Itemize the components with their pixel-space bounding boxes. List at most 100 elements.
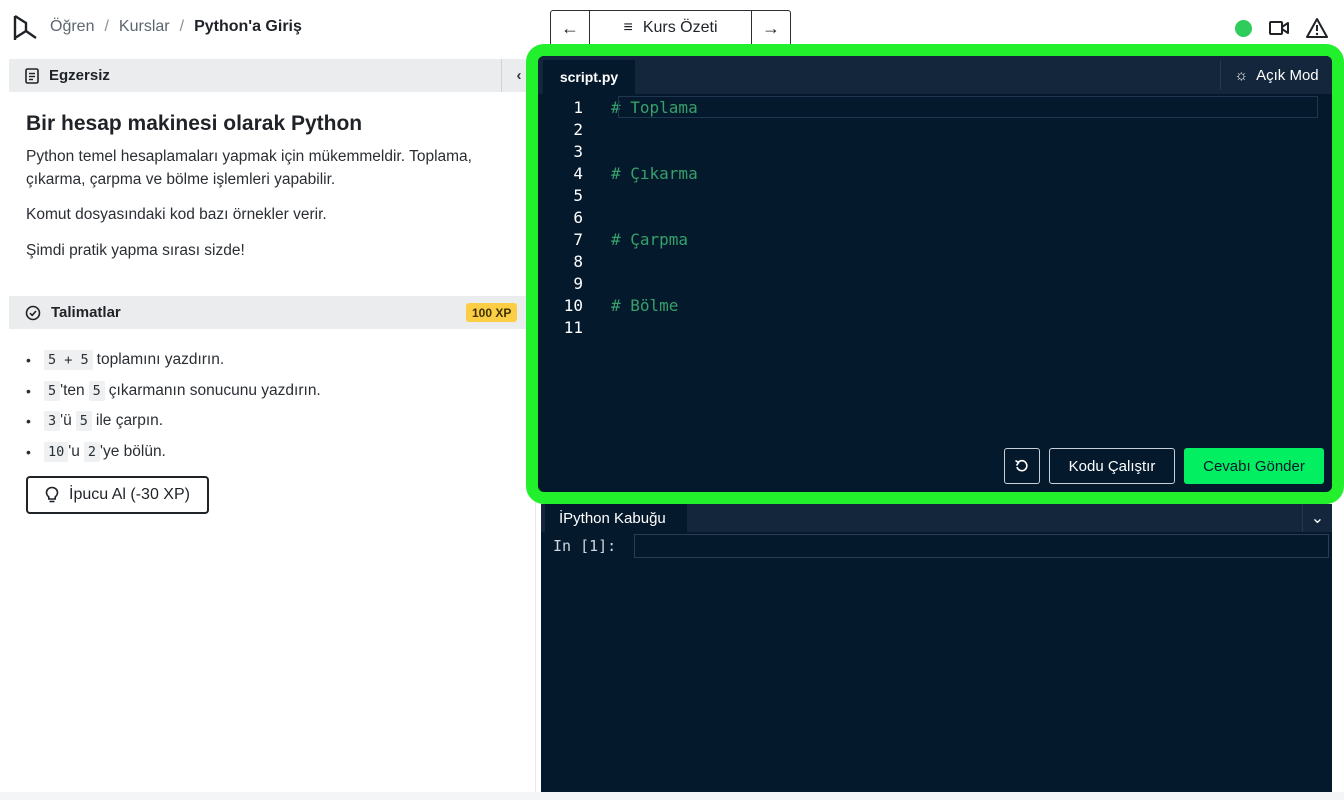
code-line[interactable]: 10 # Bölme bbox=[538, 294, 1332, 316]
code-comment: # Çıkarma bbox=[611, 163, 698, 183]
exercise-description: Python temel hesaplamaları yapmak için m… bbox=[26, 148, 472, 188]
breadcrumb-separator: / bbox=[179, 18, 185, 35]
line-number: 8 bbox=[573, 251, 583, 271]
inline-code: 10 bbox=[44, 441, 69, 462]
inline-code: 3 bbox=[44, 411, 61, 432]
arrow-left-icon: ← bbox=[561, 17, 579, 38]
instruction-text: 'ten bbox=[60, 381, 85, 399]
course-outline-label: Kurs Özeti bbox=[642, 19, 718, 36]
console-prompt: In [1]: bbox=[553, 537, 617, 555]
editor-tab-bar: script.py ☼ Açık Mod bbox=[538, 56, 1332, 94]
next-exercise-button[interactable]: → bbox=[751, 11, 790, 45]
code-editor: script.py ☼ Açık Mod 1 # Toplama 2 3 4 # Çıka… bbox=[526, 44, 1344, 504]
instruction-text: 'ye bölün. bbox=[100, 442, 166, 460]
get-hint-label: İpucu Al (-30 XP) bbox=[69, 486, 190, 503]
code-comment: # Çarpma bbox=[611, 229, 689, 249]
code-line[interactable]: 9 bbox=[538, 272, 1332, 294]
previous-exercise-button[interactable]: ← bbox=[551, 11, 590, 45]
instructions-section-header: Talimatlar 100 XP bbox=[9, 296, 536, 329]
light-mode-label: Açık Mod bbox=[1256, 66, 1319, 84]
exercise-section-label: Egzersiz bbox=[49, 67, 110, 84]
course-navigation: ← ≡ Kurs Özeti → bbox=[550, 10, 791, 46]
breadcrumb-learn[interactable]: Öğren bbox=[50, 18, 94, 36]
code-line[interactable]: 4 # Çıkarma bbox=[538, 162, 1332, 184]
arrow-right-icon: → bbox=[762, 17, 780, 38]
code-line[interactable]: 11 bbox=[538, 316, 1332, 338]
document-icon bbox=[25, 67, 39, 84]
video-icon[interactable] bbox=[1268, 18, 1290, 38]
run-code-button[interactable]: Kodu Çalıştır bbox=[1049, 448, 1175, 484]
bullet: • bbox=[26, 413, 31, 430]
instruction-text: çıkarmanın sonucunu yazdırın. bbox=[108, 381, 321, 399]
bullet: • bbox=[26, 352, 31, 369]
instruction-text: ile çarpın. bbox=[95, 412, 164, 430]
course-outline-button[interactable]: ≡ Kurs Özeti bbox=[590, 11, 751, 45]
sun-icon: ☼ bbox=[1234, 66, 1249, 84]
instructions-section-label: Talimatlar bbox=[51, 304, 121, 321]
breadcrumb-current-course[interactable]: Python'a Giriş bbox=[194, 18, 302, 36]
instruction-text: toplamını yazdırın. bbox=[96, 351, 225, 369]
code-line[interactable]: 5 bbox=[538, 184, 1332, 206]
line-number: 9 bbox=[573, 273, 583, 293]
menu-icon: ≡ bbox=[623, 19, 633, 36]
instruction-list: • 5 + 5 toplamını yazdırın. • 5 'ten 5 ç… bbox=[26, 345, 321, 467]
chevron-down-icon: ⌄ bbox=[1310, 510, 1325, 527]
line-number: 4 bbox=[573, 163, 583, 183]
console-tab-ipython[interactable]: İPython Kabuğu bbox=[545, 504, 687, 532]
exercise-description: Şimdi pratik yapma sırası sizde! bbox=[26, 242, 245, 259]
bullet: • bbox=[26, 382, 31, 399]
report-issue-icon[interactable] bbox=[1306, 17, 1328, 39]
line-number: 10 bbox=[563, 295, 583, 315]
submit-answer-button[interactable]: Cevabı Gönder bbox=[1184, 448, 1324, 484]
breadcrumb-separator: / bbox=[104, 18, 109, 35]
undo-icon bbox=[1015, 459, 1028, 472]
instruction-text: 'u bbox=[68, 442, 80, 460]
inline-code: 5 bbox=[44, 380, 61, 401]
line-number: 6 bbox=[573, 207, 583, 227]
code-line[interactable]: 8 bbox=[538, 250, 1332, 272]
exercise-title: Bir hesap makinesi olarak Python bbox=[26, 112, 363, 135]
inline-code: 5 bbox=[88, 380, 105, 401]
code-comment: # Bölme bbox=[611, 295, 679, 315]
line-number: 11 bbox=[563, 317, 583, 337]
editor-actions: Kodu Çalıştır Cevabı Gönder bbox=[1004, 448, 1324, 484]
line-number: 2 bbox=[573, 119, 583, 139]
page-bottom-strip bbox=[0, 792, 1344, 800]
xp-badge: 100 XP bbox=[466, 303, 518, 322]
instruction-item: • 5 'ten 5 çıkarmanın sonucunu yazdırın. bbox=[26, 376, 321, 407]
code-line[interactable]: 7 # Çarpma bbox=[538, 228, 1332, 250]
ipython-console: İPython Kabuğu ⌄ In [1]: bbox=[541, 504, 1332, 792]
instruction-item: • 3 'ü 5 ile çarpın. bbox=[26, 406, 321, 437]
console-collapse-button[interactable]: ⌄ bbox=[1302, 504, 1332, 532]
instruction-text: 'ü bbox=[60, 412, 72, 430]
line-number: 7 bbox=[573, 229, 583, 249]
datacamp-logo-icon[interactable] bbox=[12, 14, 38, 42]
code-line[interactable]: 3 bbox=[538, 140, 1332, 162]
code-line[interactable]: 2 bbox=[538, 118, 1332, 140]
breadcrumb-courses[interactable]: Kurslar bbox=[119, 18, 170, 36]
code-area[interactable]: 1 # Toplama 2 3 4 # Çıkarma 5 6 7 # Çarpma 8 9 10 # B… bbox=[538, 96, 1332, 436]
bullet: • bbox=[26, 443, 31, 460]
exercise-section-header: Egzersiz ‹ bbox=[9, 59, 536, 92]
line-number: 5 bbox=[573, 185, 583, 205]
code-line[interactable]: 6 bbox=[538, 206, 1332, 228]
inline-code: 2 bbox=[83, 441, 100, 462]
reset-code-button[interactable] bbox=[1004, 448, 1040, 484]
exercise-description: Komut dosyasındaki kod bazı örnekler ver… bbox=[26, 206, 327, 223]
instruction-item: • 5 + 5 toplamını yazdırın. bbox=[26, 345, 321, 376]
inline-code: 5 + 5 bbox=[44, 350, 93, 371]
chevron-left-icon: ‹ bbox=[516, 67, 522, 84]
active-line-highlight bbox=[618, 96, 1318, 118]
breadcrumb: Öğren / Kurslar / Python'a Giriş bbox=[50, 18, 302, 36]
console-input[interactable] bbox=[634, 534, 1329, 558]
status-indicator bbox=[1235, 20, 1252, 37]
exercise-panel: Egzersiz ‹ Bir hesap makinesi olarak Pyt… bbox=[9, 59, 536, 792]
editor-tab-script[interactable]: script.py bbox=[543, 60, 635, 94]
line-number: 3 bbox=[573, 141, 583, 161]
light-mode-toggle[interactable]: ☼ Açık Mod bbox=[1220, 60, 1332, 90]
get-hint-button[interactable]: İpucu Al (-30 XP) bbox=[26, 476, 209, 514]
lightbulb-icon bbox=[45, 486, 59, 503]
instruction-item: • 10 'u 2 'ye bölün. bbox=[26, 437, 321, 468]
line-number: 1 bbox=[573, 97, 583, 117]
console-tab-bar: İPython Kabuğu ⌄ bbox=[541, 504, 1332, 532]
